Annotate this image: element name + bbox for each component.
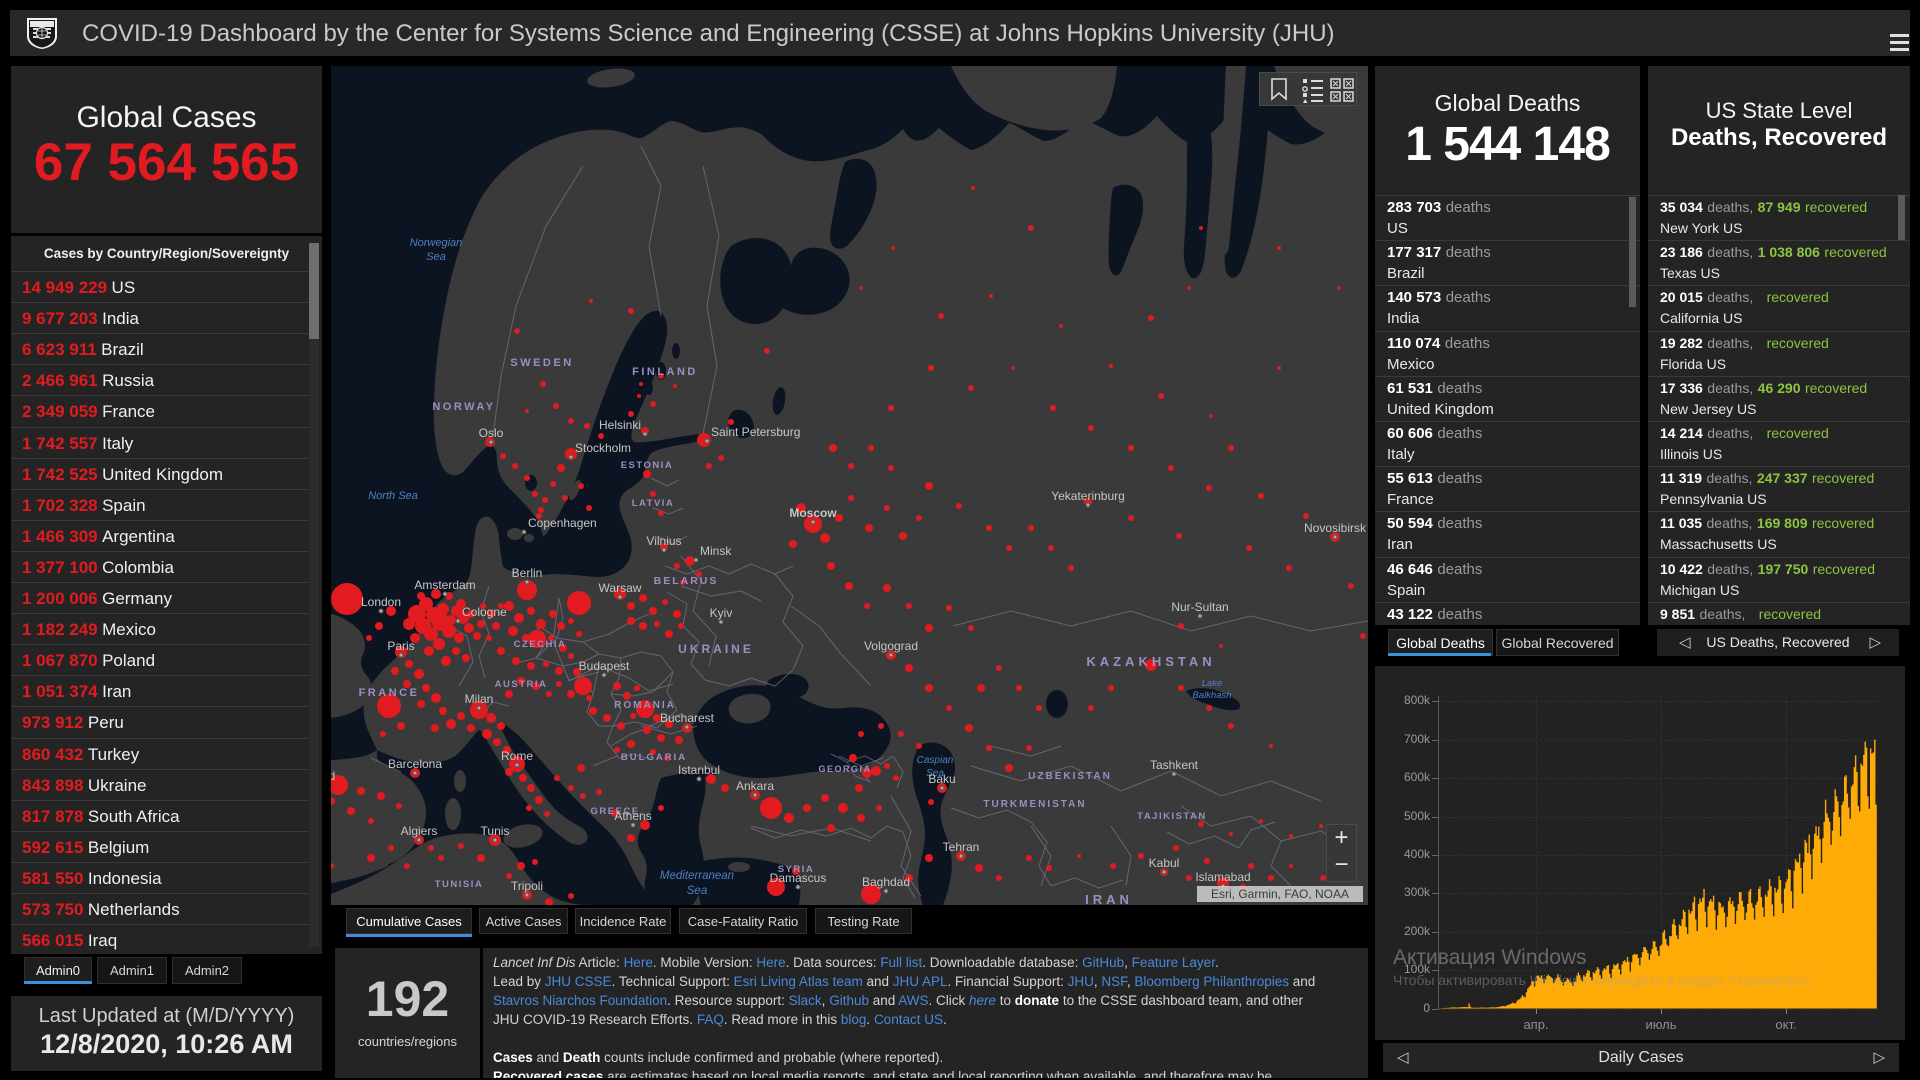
- svg-text:Caspian: Caspian: [917, 755, 954, 766]
- svg-text:Ankara: Ankara: [736, 779, 774, 793]
- svg-text:BULGARIA: BULGARIA: [621, 752, 687, 763]
- svg-text:Baghdad: Baghdad: [862, 875, 910, 889]
- svg-text:Warsaw: Warsaw: [599, 581, 642, 595]
- svg-text:Athens: Athens: [614, 809, 651, 823]
- svg-text:Nur-Sultan: Nur-Sultan: [1171, 600, 1228, 614]
- svg-text:Bucharest: Bucharest: [660, 711, 715, 725]
- svg-text:TAJIKISTAN: TAJIKISTAN: [1137, 811, 1207, 822]
- svg-text:Islamabad: Islamabad: [1195, 870, 1250, 884]
- svg-text:Madrid: Madrid: [331, 769, 335, 783]
- svg-text:London: London: [361, 595, 401, 609]
- svg-text:Amsterdam: Amsterdam: [414, 578, 475, 592]
- svg-text:Paris: Paris: [387, 639, 414, 653]
- svg-text:Norwegian: Norwegian: [410, 237, 463, 249]
- svg-text:UKRAINE: UKRAINE: [678, 642, 754, 656]
- svg-text:NORWAY: NORWAY: [432, 401, 495, 413]
- svg-text:Oslo: Oslo: [479, 426, 504, 440]
- svg-text:Tashkent: Tashkent: [1150, 758, 1199, 772]
- svg-text:Mediterranean: Mediterranean: [660, 870, 734, 882]
- svg-text:Kabul: Kabul: [1149, 856, 1180, 870]
- svg-text:FRANCE: FRANCE: [359, 687, 420, 699]
- svg-text:Volgograd: Volgograd: [864, 639, 918, 653]
- svg-text:ROMANIA: ROMANIA: [614, 700, 676, 711]
- svg-text:Balkhash: Balkhash: [1192, 690, 1231, 701]
- svg-text:Yekaterinburg: Yekaterinburg: [1051, 489, 1125, 503]
- svg-text:Sea: Sea: [687, 885, 707, 897]
- svg-text:Kyiv: Kyiv: [710, 606, 733, 620]
- svg-text:TURKMENISTAN: TURKMENISTAN: [983, 799, 1086, 810]
- svg-text:North Sea: North Sea: [368, 490, 418, 502]
- svg-text:CZECHIA: CZECHIA: [514, 639, 567, 650]
- svg-text:IRAN: IRAN: [1085, 892, 1133, 905]
- svg-text:BELARUS: BELARUS: [654, 575, 719, 587]
- svg-text:Tripoli: Tripoli: [511, 879, 543, 893]
- svg-text:Copenhagen: Copenhagen: [528, 516, 597, 530]
- svg-text:Moscow: Moscow: [789, 506, 837, 520]
- svg-text:Tehran: Tehran: [943, 840, 980, 854]
- svg-text:Tunis: Tunis: [481, 824, 510, 838]
- svg-text:Barcelona: Barcelona: [388, 757, 442, 771]
- svg-text:Rome: Rome: [501, 749, 533, 763]
- svg-text:Stockholm: Stockholm: [575, 441, 631, 455]
- svg-text:Novosibirsk: Novosibirsk: [1304, 521, 1367, 535]
- svg-text:Sea: Sea: [426, 251, 446, 263]
- svg-text:Istanbul: Istanbul: [678, 763, 720, 777]
- svg-text:Damascus: Damascus: [770, 871, 827, 885]
- svg-text:Lake: Lake: [1202, 678, 1223, 689]
- svg-text:Vilnius: Vilnius: [646, 534, 681, 548]
- svg-text:SWEDEN: SWEDEN: [510, 357, 573, 369]
- svg-text:Cologne: Cologne: [462, 605, 507, 619]
- svg-text:AUSTRIA: AUSTRIA: [495, 679, 548, 690]
- svg-text:GEORGIA: GEORGIA: [818, 764, 871, 774]
- svg-text:Algiers: Algiers: [401, 824, 438, 838]
- svg-text:Minsk: Minsk: [700, 544, 732, 558]
- svg-text:TUNISIA: TUNISIA: [435, 879, 484, 890]
- svg-text:LATVIA: LATVIA: [632, 498, 675, 509]
- svg-text:Budapest: Budapest: [579, 659, 630, 673]
- svg-text:Berlin: Berlin: [512, 566, 543, 580]
- svg-text:UZBEKISTAN: UZBEKISTAN: [1028, 771, 1112, 782]
- svg-text:FINLAND: FINLAND: [632, 366, 698, 378]
- svg-text:Baku: Baku: [928, 772, 955, 786]
- svg-text:Helsinki: Helsinki: [599, 418, 641, 432]
- svg-text:KAZAKHSTAN: KAZAKHSTAN: [1086, 654, 1215, 669]
- svg-text:Saint Petersburg: Saint Petersburg: [711, 425, 800, 439]
- svg-text:Milan: Milan: [465, 692, 494, 706]
- svg-text:ESTONIA: ESTONIA: [621, 460, 674, 471]
